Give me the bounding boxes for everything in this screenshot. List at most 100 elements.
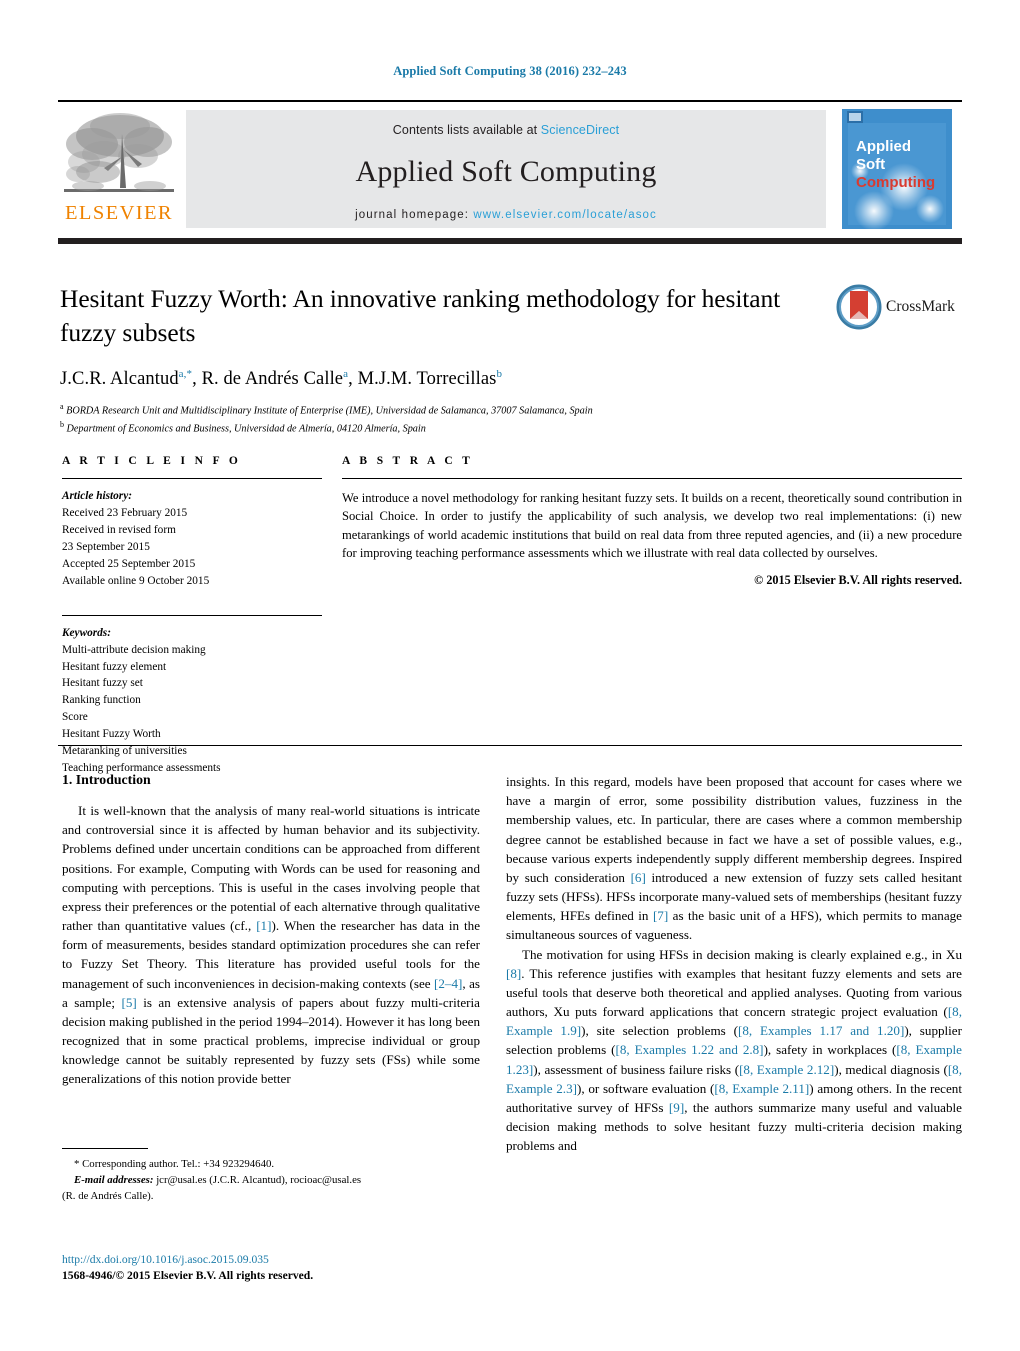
history-line: Received in revised form: [62, 523, 176, 536]
cover-line-1: Applied: [856, 138, 911, 155]
article-info-heading: A R T I C L E I N F O: [62, 455, 242, 467]
affiliation-list: a BORDA Research Unit and Multidisciplin…: [60, 401, 800, 437]
email-addresses-note: E-mail addresses: jcr@usal.es (J.C.R. Al…: [62, 1172, 480, 1188]
journal-title: Applied Soft Computing: [355, 155, 657, 188]
footnote-separator: [62, 1148, 148, 1149]
paragraph-text: It is well-known that the analysis of ma…: [62, 803, 480, 934]
citation-link[interactable]: [8]: [506, 966, 521, 981]
page-title: Hesitant Fuzzy Worth: An innovative rank…: [60, 284, 781, 347]
body-top-rule: [58, 745, 962, 746]
keyword-item: Score: [62, 711, 88, 724]
author-list: J.C.R. Alcantuda,*, R. de Andrés Callea,…: [60, 367, 503, 389]
doi-link[interactable]: http://dx.doi.org/10.1016/j.asoc.2015.09…: [62, 1252, 522, 1268]
paragraph-text: ), site selection problems (: [581, 1023, 738, 1039]
affiliation-text: BORDA Research Unit and Multidisciplinar…: [66, 405, 593, 417]
keywords-list: Keywords: Multi-attribute decision makin…: [62, 625, 322, 777]
email-link-2[interactable]: rocioac@usal.es: [290, 1174, 361, 1186]
paragraph-text: ), safety in workplaces (: [763, 1042, 897, 1058]
citation-link[interactable]: [1]: [256, 918, 271, 933]
doi-block: http://dx.doi.org/10.1016/j.asoc.2015.09…: [62, 1252, 522, 1285]
paragraph-intro-1-continued: insights. In this regard, models have be…: [506, 772, 962, 945]
history-line: Accepted 25 September 2015: [62, 557, 196, 570]
author-name: M.J.M. Torrecillas: [357, 368, 497, 389]
paragraph-text: The motivation for using HFSs in decisio…: [522, 946, 962, 962]
running-head: Applied Soft Computing 38 (2016) 232–243: [393, 64, 627, 78]
corresponding-author-note: * Corresponding author. Tel.: +34 923294…: [74, 1158, 275, 1170]
email-owner-1: (J.C.R. Alcantud),: [206, 1174, 291, 1187]
citation-link[interactable]: [8, Examples 1.22 and 2.8]: [615, 1042, 763, 1057]
article-info-column: A R T I C L E I N F O Article history: R…: [62, 455, 322, 777]
body-right-column: insights. In this regard, models have be…: [506, 772, 962, 1155]
journal-homepage-link[interactable]: www.elsevier.com/locate/asoc: [473, 209, 657, 221]
paragraph-text: insights. In this regard, models have be…: [506, 774, 962, 885]
history-line: Available online 9 October 2015: [62, 574, 210, 587]
author-name: J.C.R. Alcantud: [60, 368, 179, 389]
citation-link[interactable]: [9]: [669, 1100, 684, 1115]
cover-line-3: Computing: [856, 174, 935, 191]
affiliation-text: Department of Economics and Business, Un…: [66, 423, 426, 435]
paragraph-intro-1: It is well-known that the analysis of ma…: [62, 801, 480, 1089]
issn-copyright-line: 1568-4946/© 2015 Elsevier B.V. All right…: [62, 1269, 314, 1283]
contents-available-line: Contents lists available at ScienceDirec…: [186, 110, 826, 137]
author-name: R. de Andrés Calle: [201, 368, 344, 389]
history-line: Received 23 February 2015: [62, 506, 188, 519]
affiliation-marker: a: [60, 401, 64, 411]
article-info-rule: [62, 478, 322, 479]
keyword-item: Hesitant fuzzy set: [62, 677, 143, 690]
citation-link[interactable]: [2–4]: [434, 976, 462, 991]
homepage-prefix: journal homepage:: [355, 209, 474, 221]
citation-link[interactable]: [8, Example 2.12]: [739, 1062, 834, 1077]
keyword-item: Hesitant fuzzy element: [62, 660, 167, 673]
paragraph-text: ), or software evaluation (: [576, 1080, 715, 1096]
affiliation-item: a BORDA Research Unit and Multidisciplin…: [60, 401, 800, 419]
keywords-rule: [62, 614, 322, 616]
article-page: Applied Soft Computing 38 (2016) 232–243: [0, 0, 1020, 1351]
abstract-column: A B S T R A C T We introduce a novel met…: [342, 455, 962, 588]
journal-masthead: ELSEVIER Contents lists available at Sci…: [58, 100, 962, 231]
paragraph-text: ), medical diagnosis (: [834, 1061, 948, 1077]
affiliation-item: b Department of Economics and Business, …: [60, 419, 800, 437]
crossmark-icon: [836, 284, 882, 330]
elsevier-logo: ELSEVIER: [58, 110, 180, 228]
citation-link[interactable]: [8, Examples 1.17 and 1.20]: [738, 1023, 904, 1038]
email-owner-2: (R. de Andrés Calle).: [62, 1190, 154, 1203]
author-affiliation-marker: a,*: [178, 367, 193, 380]
citation-link[interactable]: [8, Example 2.11]: [714, 1081, 809, 1096]
article-history: Article history: Received 23 February 20…: [62, 488, 322, 590]
title-block: Hesitant Fuzzy Worth: An innovative rank…: [60, 282, 800, 437]
body-left-column: 1. Introduction It is well-known that th…: [62, 772, 480, 1089]
section-heading-introduction: 1. Introduction: [62, 772, 151, 787]
abstract-text: We introduce a novel methodology for ran…: [342, 491, 962, 561]
article-history-label: Article history:: [62, 490, 132, 502]
masthead-center-panel: Contents lists available at ScienceDirec…: [186, 110, 826, 228]
abstract-rule: [342, 478, 962, 479]
email-label: E-mail addresses:: [74, 1174, 154, 1187]
contents-prefix: Contents lists available at: [392, 123, 541, 137]
citation-link[interactable]: [6]: [631, 870, 646, 885]
citation-link[interactable]: [5]: [121, 995, 136, 1010]
keyword-item: Hesitant Fuzzy Worth: [62, 728, 161, 741]
cover-line-2: Soft: [856, 156, 885, 173]
author-affiliation-marker: b: [496, 367, 503, 380]
author-affiliation-marker: a: [343, 367, 349, 380]
elsevier-wordmark: ELSEVIER: [65, 202, 173, 224]
history-line: 23 September 2015: [62, 540, 150, 553]
crossmark-badge[interactable]: CrossMark: [836, 284, 964, 336]
keywords-label: Keywords:: [62, 626, 111, 639]
paragraph-intro-2: The motivation for using HFSs in decisio…: [506, 945, 962, 1156]
masthead-bottom-rule: [58, 238, 962, 244]
footnote-block: * Corresponding author. Tel.: +34 923294…: [62, 1156, 480, 1205]
journal-cover-thumbnail: Applied Soft Computing: [834, 107, 962, 231]
keyword-item: Ranking function: [62, 694, 141, 707]
email-link-1[interactable]: jcr@usal.es: [156, 1174, 206, 1186]
journal-cover-image: Applied Soft Computing: [842, 109, 952, 231]
citation-link[interactable]: [7]: [653, 908, 668, 923]
elsevier-tree-icon: [64, 113, 174, 192]
keyword-item: Multi-attribute decision making: [62, 643, 206, 656]
crossmark-label: CrossMark: [886, 298, 955, 315]
abstract-heading: A B S T R A C T: [342, 455, 474, 467]
keywords-block: Keywords: Multi-attribute decision makin…: [62, 614, 322, 777]
paragraph-text: . This reference justifies with examples…: [506, 965, 962, 1020]
sciencedirect-link[interactable]: ScienceDirect: [541, 123, 619, 137]
masthead-top-rule: [58, 100, 962, 102]
